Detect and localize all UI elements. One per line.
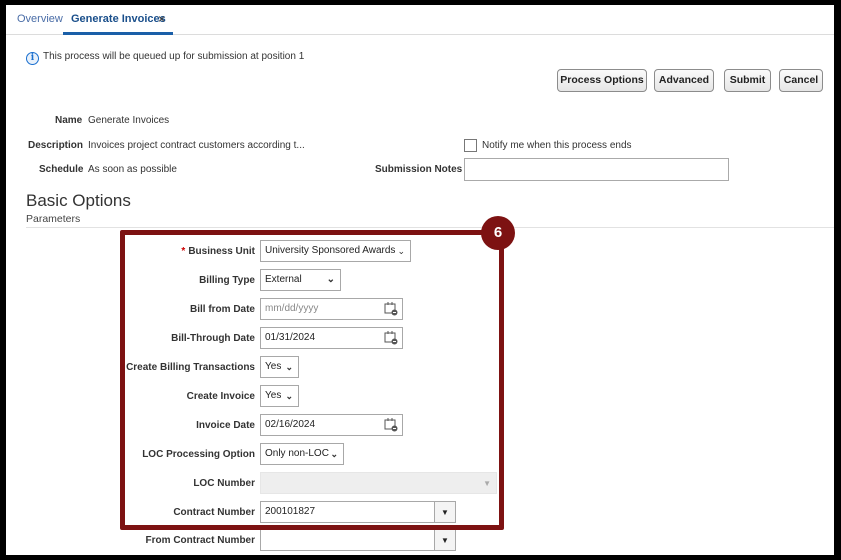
submission-notes-label: Submission Notes [375,164,463,175]
dropdown-arrow-icon: ▼ [483,479,491,488]
contract-number-value: 200101827 [265,506,316,517]
info-message: This process will be queued up for submi… [43,51,305,62]
create-invoice-value: Yes [265,390,282,401]
tab-overview[interactable]: Overview [17,13,63,25]
from-contract-number-combobox[interactable]: ▼ [260,529,456,551]
calendar-icon[interactable] [384,417,398,432]
app-window: Overview Generate Invoices × i This proc… [6,5,834,555]
step-number-badge: 6 [481,216,515,250]
notify-checkbox[interactable] [464,139,477,152]
chevron-down-icon: ⌄ [285,391,293,401]
name-value: Generate Invoices [88,115,170,126]
billing-type-select[interactable]: External ⌄ [260,269,341,291]
tab-bar: Overview Generate Invoices × [6,5,834,35]
invoice-date-value: 02/16/2024 [265,419,316,430]
business-unit-select[interactable]: University Sponsored Awards ⌄ [260,240,411,262]
from-contract-number-label: From Contract Number [145,535,255,546]
dropdown-arrow-icon[interactable]: ▼ [434,529,456,551]
schedule-label: Schedule [39,164,84,175]
bill-from-date-input[interactable]: mm/dd/yyyy [260,298,403,320]
chevron-down-icon: ⌄ [397,246,405,256]
loc-number-label: LOC Number [193,478,255,489]
section-subtitle: Parameters [26,213,81,225]
info-icon: i [26,52,39,65]
submit-button[interactable]: Submit [724,69,771,92]
active-tab-indicator [63,32,173,35]
required-indicator: * [181,246,186,257]
submission-notes-input[interactable] [464,158,729,181]
loc-processing-option-value: Only non-LOC [265,448,329,459]
chevron-down-icon: ⌄ [330,449,338,459]
loc-number-select: ▼ [260,472,497,494]
calendar-icon[interactable] [384,330,398,345]
description-value: Invoices project contract customers acco… [88,140,305,151]
create-billing-transactions-select[interactable]: Yes ⌄ [260,356,299,378]
invoice-date-label: Invoice Date [196,420,255,431]
create-billing-transactions-value: Yes [265,361,282,372]
tab-generate-invoices[interactable]: Generate Invoices [71,13,166,25]
bill-through-date-input[interactable]: 01/31/2024 [260,327,403,349]
contract-number-combobox[interactable]: 200101827 ▼ [260,501,456,523]
description-label: Description [28,140,84,151]
loc-processing-option-label: LOC Processing Option [142,449,255,460]
loc-processing-option-select[interactable]: Only non-LOC ⌄ [260,443,344,465]
contract-number-label: Contract Number [173,507,255,518]
business-unit-value: University Sponsored Awards [265,245,396,256]
bill-through-date-value: 01/31/2024 [265,332,316,343]
bill-through-date-label: Bill-Through Date [171,333,255,344]
close-tab-icon[interactable]: × [158,12,165,26]
section-title: Basic Options [26,191,131,210]
advanced-button[interactable]: Advanced [654,69,714,92]
billing-type-value: External [265,274,302,285]
bill-from-date-label: Bill from Date [189,304,255,315]
name-label: Name [55,115,83,126]
bill-from-date-placeholder: mm/dd/yyyy [265,303,319,314]
cancel-button[interactable]: Cancel [779,69,823,92]
chevron-down-icon: ⌄ [326,274,335,285]
invoice-date-input[interactable]: 02/16/2024 [260,414,403,436]
schedule-value: As soon as possible [88,164,177,175]
billing-type-label: Billing Type [199,275,255,286]
dropdown-arrow-icon[interactable]: ▼ [434,501,456,523]
process-options-button[interactable]: Process Options [557,69,647,92]
notify-label: Notify me when this process ends [482,140,632,151]
business-unit-label: * Business Unit [181,246,255,257]
create-invoice-label: Create Invoice [186,391,255,402]
chevron-down-icon: ⌄ [285,362,293,372]
calendar-icon[interactable] [384,301,398,316]
section-divider [26,227,834,228]
create-invoice-select[interactable]: Yes ⌄ [260,385,299,407]
create-billing-transactions-label: Create Billing Transactions [126,362,255,373]
